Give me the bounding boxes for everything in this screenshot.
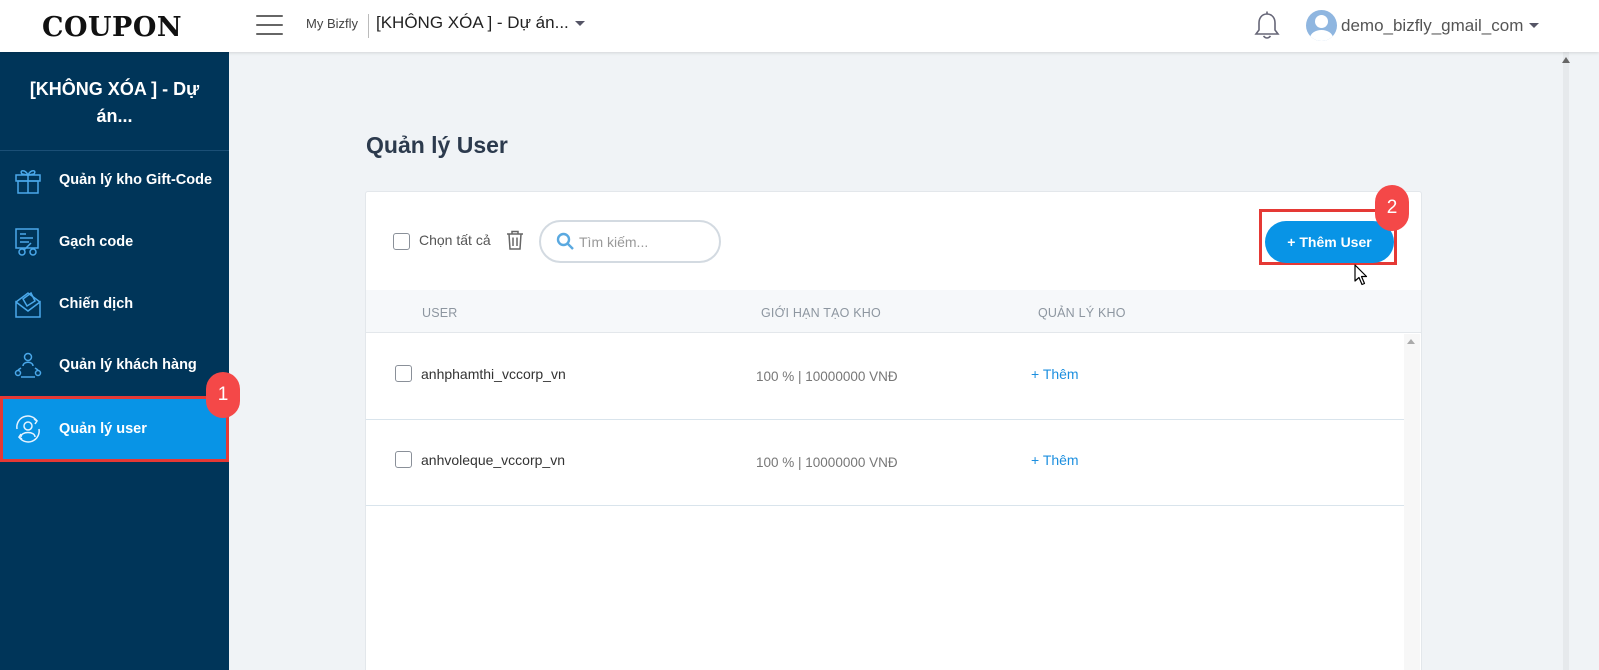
column-header-warehouse: QUẢN LÝ KHO bbox=[1038, 306, 1126, 320]
search-box[interactable] bbox=[539, 220, 721, 263]
search-icon bbox=[556, 232, 574, 250]
annotation-badge: 1 bbox=[206, 372, 240, 418]
username: demo_bizfly_gmail_com bbox=[1341, 15, 1524, 35]
add-warehouse-link[interactable]: + Thêm bbox=[1031, 366, 1079, 382]
sidebar-item-label: Quản lý khách hàng bbox=[59, 357, 197, 373]
table-scrollbar[interactable] bbox=[1404, 334, 1420, 670]
cell-username: anhphamthi_vccorp_vn bbox=[421, 366, 566, 382]
sidebar-item-label: Quản lý user bbox=[59, 421, 147, 437]
project-name: [KHÔNG XÓA ] - Dự án... bbox=[376, 13, 569, 32]
mouse-cursor-icon bbox=[1354, 264, 1368, 286]
table-header bbox=[366, 290, 1421, 333]
page-title: Quản lý User bbox=[366, 132, 508, 158]
sidebar-item-gach-code[interactable]: Gạch code bbox=[0, 211, 229, 273]
sidebar-item-customers[interactable]: Quản lý khách hàng bbox=[0, 334, 229, 396]
cell-limit: 100 % | 10000000 VNĐ bbox=[756, 455, 898, 470]
sidebar-item-gift-code[interactable]: Quản lý kho Gift-Code bbox=[0, 149, 229, 211]
column-header-limit: GIỚI HẠN TẠO KHO bbox=[761, 306, 881, 320]
menu-toggle-icon[interactable] bbox=[256, 13, 284, 37]
customers-icon bbox=[14, 352, 42, 378]
brand-link[interactable]: My Bizfly bbox=[306, 16, 358, 31]
sidebar-item-label: Gạch code bbox=[59, 234, 134, 250]
gift-icon bbox=[15, 170, 41, 194]
select-all-label[interactable]: Chọn tất cả bbox=[419, 232, 491, 248]
scroll-up-icon[interactable] bbox=[1407, 339, 1415, 344]
user-menu[interactable]: demo_bizfly_gmail_com bbox=[1306, 10, 1540, 41]
column-header-user: USER bbox=[422, 306, 458, 320]
user-sync-icon bbox=[16, 415, 40, 443]
annotation-badge: 2 bbox=[1375, 185, 1409, 231]
code-scan-icon bbox=[15, 228, 39, 256]
top-bar: COUPON My Bizfly [KHÔNG XÓA ] - Dự án...… bbox=[0, 0, 1599, 52]
cell-limit: 100 % | 10000000 VNĐ bbox=[756, 369, 898, 384]
sidebar-project-title: [KHÔNG XÓA ] - Dự án... bbox=[0, 76, 229, 130]
app-logo[interactable]: COUPON bbox=[42, 12, 182, 43]
sidebar-item-label: Chiến dịch bbox=[59, 296, 134, 312]
add-warehouse-link[interactable]: + Thêm bbox=[1031, 452, 1079, 468]
divider bbox=[368, 14, 369, 38]
sidebar-item-label: Quản lý kho Gift-Code bbox=[59, 172, 213, 188]
add-user-button[interactable]: + Thêm User bbox=[1265, 221, 1394, 263]
sidebar-item-users[interactable]: Quản lý user bbox=[0, 396, 229, 462]
notification-bell-icon[interactable] bbox=[1253, 11, 1281, 41]
cell-username: anhvoleque_vccorp_vn bbox=[421, 452, 565, 468]
campaign-icon bbox=[15, 291, 41, 318]
trash-icon[interactable] bbox=[506, 230, 524, 250]
chevron-down-icon bbox=[1529, 23, 1540, 28]
row-checkbox[interactable] bbox=[395, 451, 412, 468]
scroll-up-icon[interactable] bbox=[1562, 57, 1570, 63]
chevron-down-icon bbox=[574, 20, 585, 26]
avatar bbox=[1306, 10, 1337, 41]
sidebar-title-line: [KHÔNG XÓA ] - Dự bbox=[29, 79, 200, 99]
page-scrollbar[interactable] bbox=[1563, 52, 1569, 670]
sidebar: [KHÔNG XÓA ] - Dự án... Quản lý kho Gift… bbox=[0, 52, 229, 670]
search-input[interactable] bbox=[579, 231, 709, 253]
project-selector[interactable]: [KHÔNG XÓA ] - Dự án... bbox=[376, 13, 585, 33]
row-checkbox[interactable] bbox=[395, 365, 412, 382]
sidebar-title-line: án... bbox=[96, 106, 133, 126]
select-all-checkbox[interactable] bbox=[393, 233, 410, 250]
sidebar-item-campaign[interactable]: Chiến dịch bbox=[0, 273, 229, 335]
